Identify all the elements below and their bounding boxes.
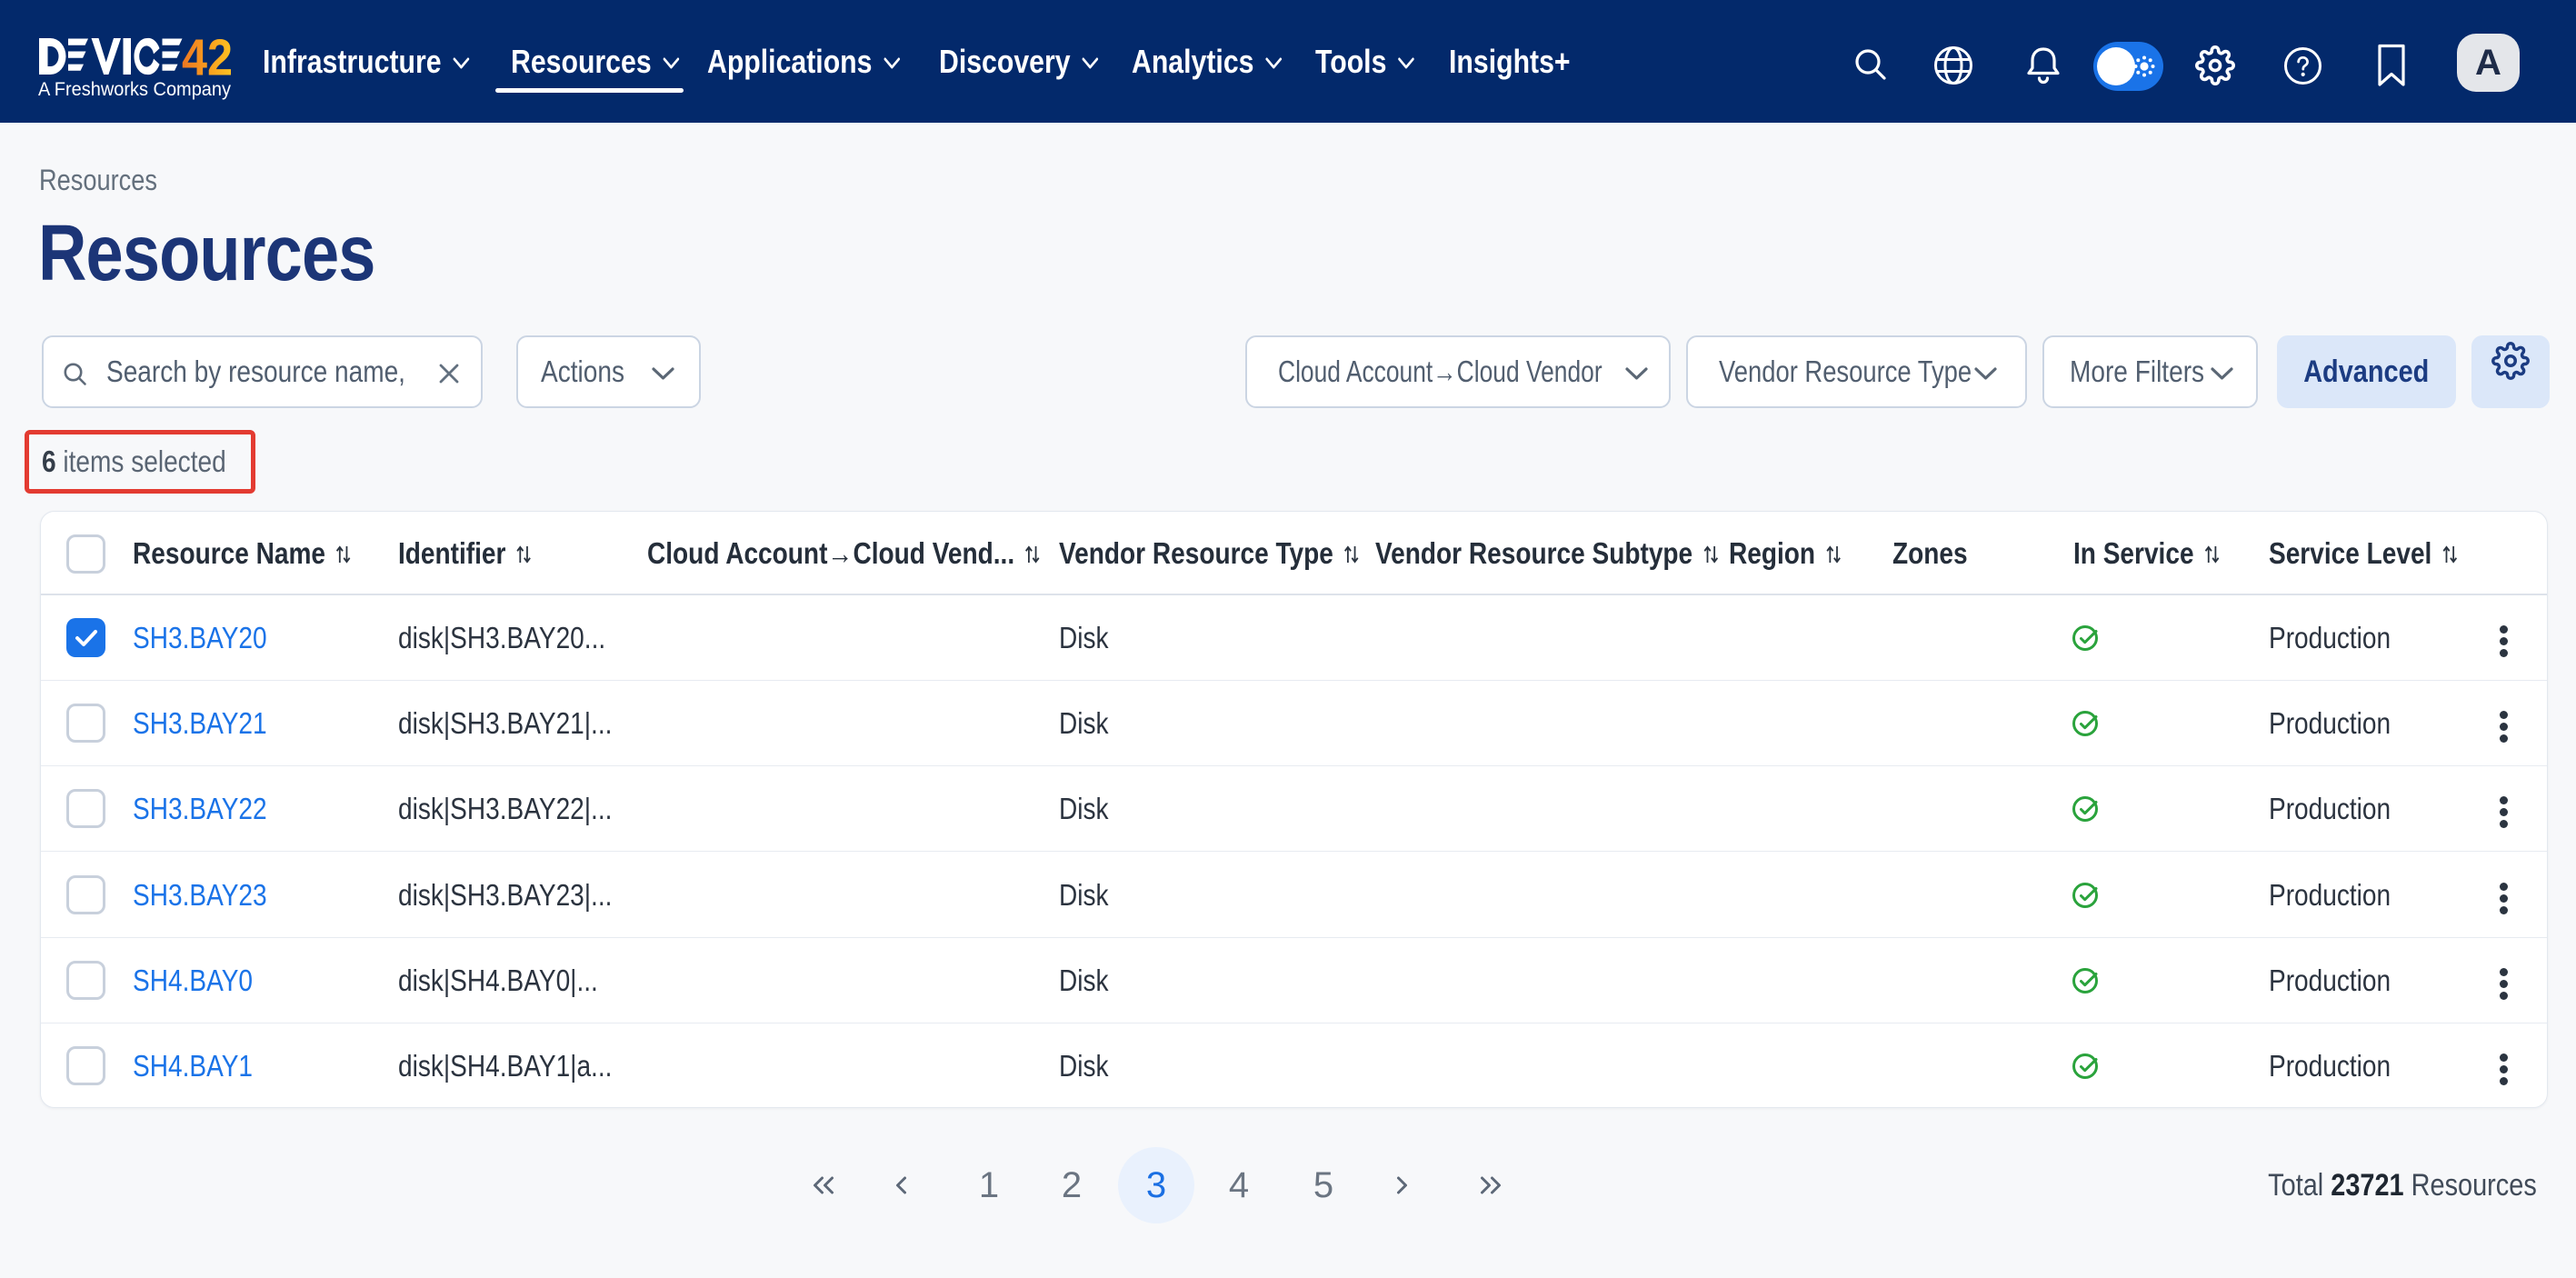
svg-text:A Freshworks Company: A Freshworks Company — [38, 78, 231, 100]
